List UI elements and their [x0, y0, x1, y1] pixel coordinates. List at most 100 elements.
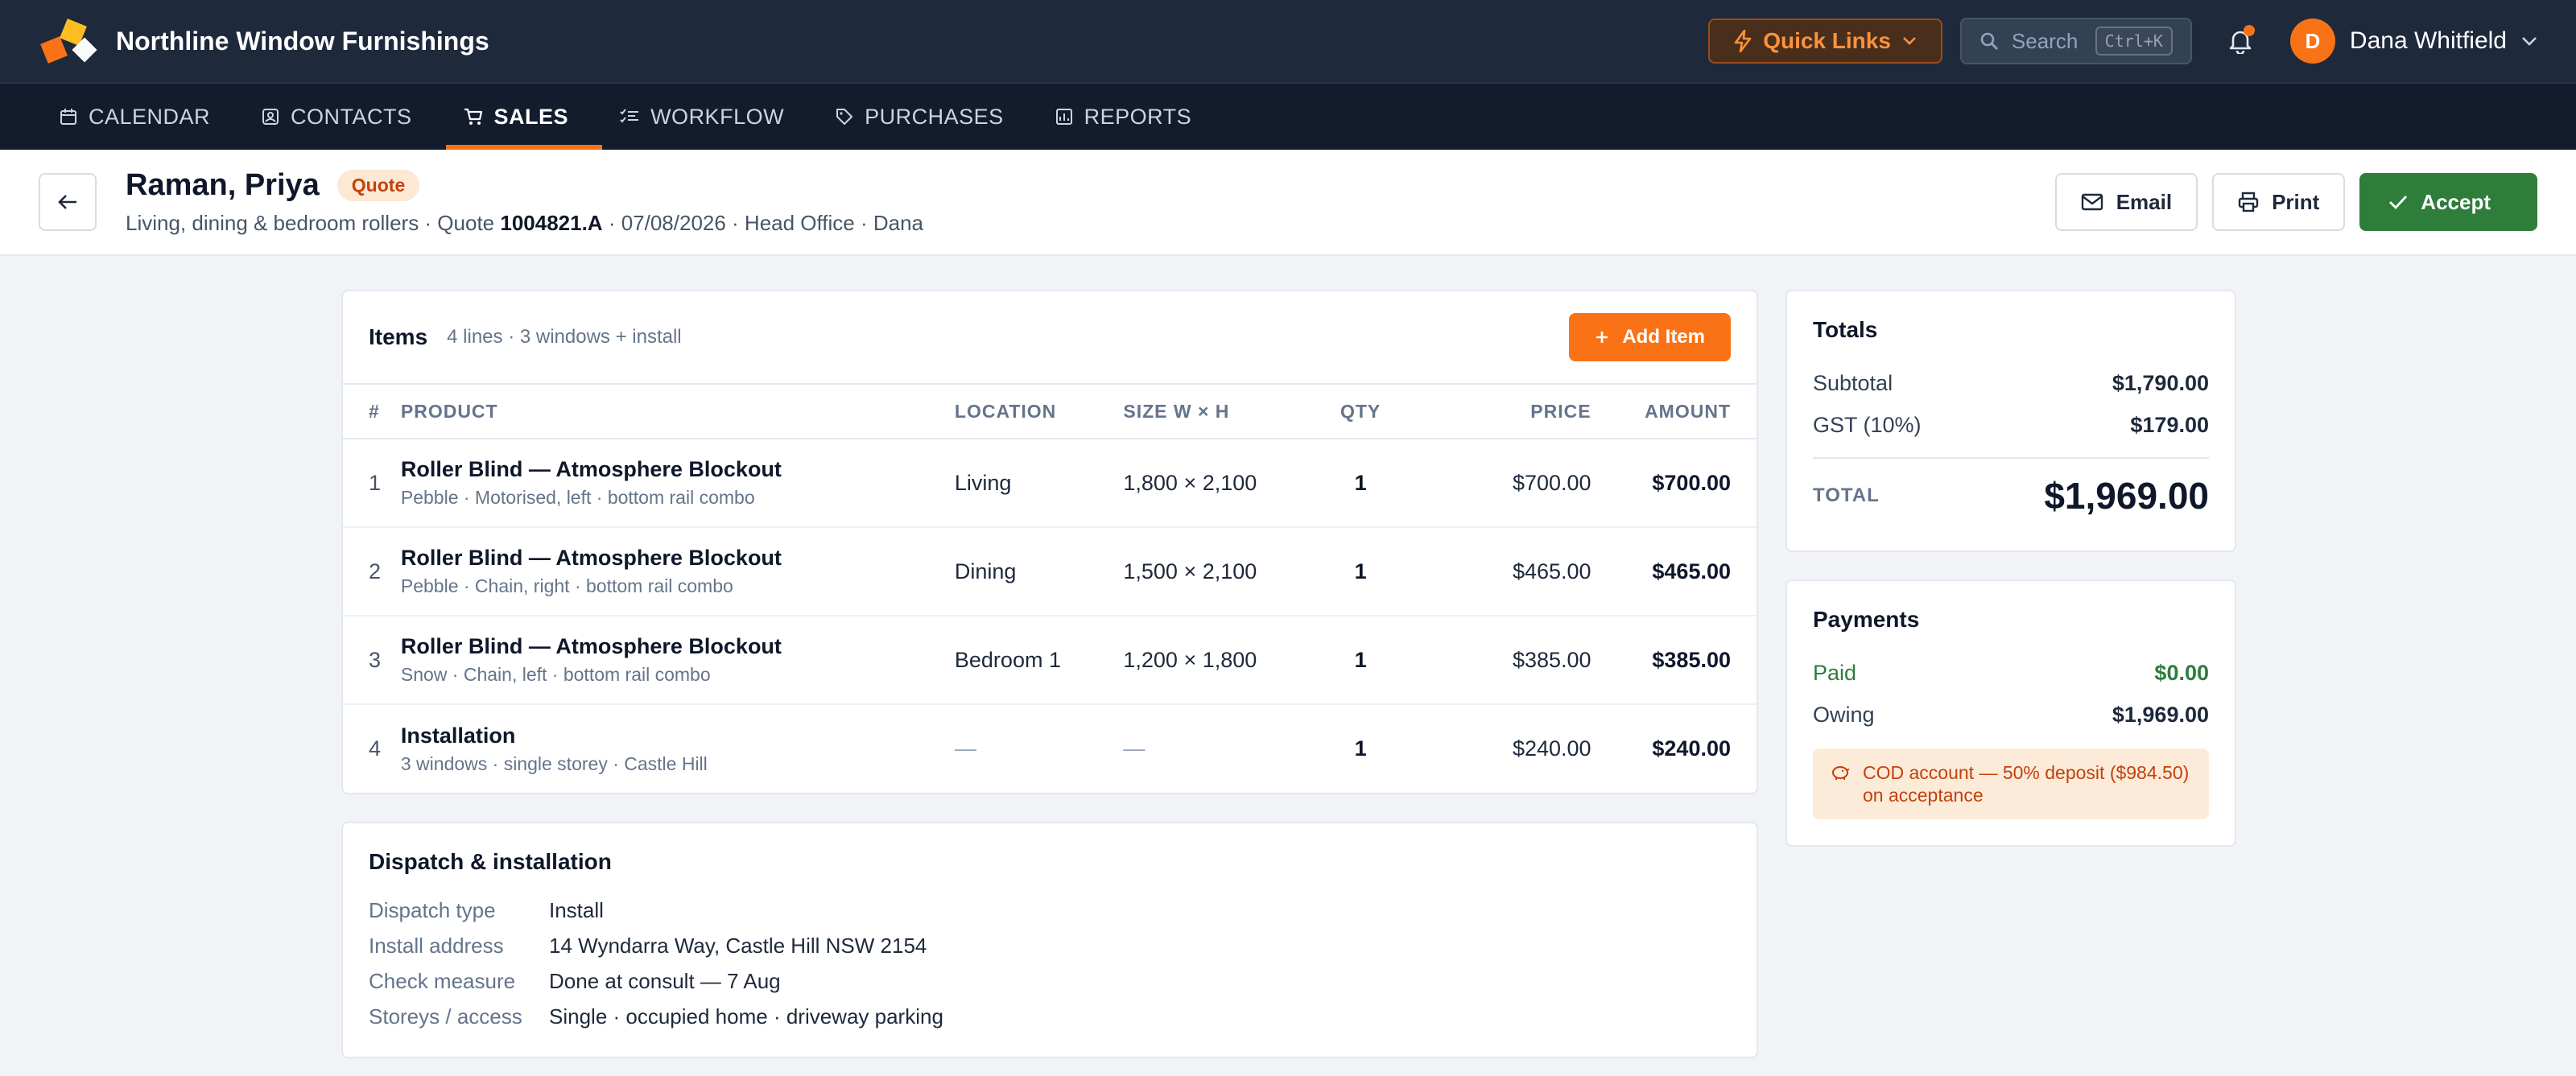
dispatch-title: Dispatch & installation	[369, 849, 612, 874]
piggy-bank-icon	[1831, 761, 1850, 806]
price-cell: $385.00	[1406, 616, 1591, 705]
column-header-size: SIZE W × H	[1123, 383, 1315, 439]
amount-cell: $385.00	[1591, 616, 1757, 705]
table-row[interactable]: 1 Roller Blind — Atmosphere Blockout Pebb…	[343, 439, 1757, 528]
owing-row: Owing $1,969.00	[1813, 694, 2209, 736]
main-content: Items 4 lines · 3 windows + install Add …	[0, 256, 2576, 1058]
user-name: Dana Whitfield	[2349, 27, 2507, 54]
product-description: Snow · Chain, left · bottom rail combo	[400, 664, 711, 685]
dispatch-card: Dispatch & installation Dispatch type Ins…	[341, 822, 1758, 1058]
dispatch-type-row: Dispatch type Install	[369, 893, 1731, 928]
report-icon	[1055, 108, 1073, 126]
cod-notice: COD account — 50% deposit ($984.50) on a…	[1813, 748, 2209, 819]
search-placeholder: Search	[2011, 28, 2079, 53]
nav-label: CONTACTS	[291, 104, 412, 129]
row-number: 4	[369, 736, 382, 761]
add-item-button[interactable]: Add Item	[1569, 313, 1731, 361]
nav-label: WORKFLOW	[650, 104, 785, 129]
location-cell: Dining	[954, 527, 1124, 616]
product-description: Pebble · Chain, right · bottom rail comb…	[400, 575, 733, 596]
qty-cell: 1	[1315, 439, 1406, 528]
nav-label: PURCHASES	[865, 104, 1004, 129]
email-label: Email	[2116, 189, 2173, 214]
row-number: 3	[343, 616, 401, 705]
product-name: Roller Blind — Atmosphere Blockout	[400, 457, 782, 481]
quote-details: · 07/08/2026 · Head Office · Dana	[602, 211, 924, 235]
divider	[1813, 457, 2209, 459]
product-description: 3 windows · single storey · Castle Hill	[400, 752, 708, 774]
mail-icon	[2081, 193, 2103, 211]
search-shortcut: Ctrl+K	[2095, 27, 2173, 56]
page-header: Raman, Priya Quote Living, dining & bedr…	[0, 150, 2576, 256]
amount-cell: $700.00	[1591, 439, 1757, 528]
accept-button[interactable]: Accept	[2359, 173, 2537, 231]
items-meta: 4 lines · 3 windows + install	[447, 326, 682, 348]
price-cell: $700.00	[1406, 439, 1591, 528]
top-bar: Northline Window Furnishings Quick Links…	[0, 0, 2576, 84]
field-label: Install address	[369, 933, 504, 958]
price-cell: $240.00	[1512, 736, 1591, 761]
paid-row: Paid $0.00	[1813, 652, 2209, 694]
nav-calendar[interactable]: CALENDAR	[42, 84, 244, 150]
quick-links-button[interactable]: Quick Links	[1708, 19, 1942, 64]
user-menu[interactable]: D Dana Whitfield	[2289, 19, 2537, 64]
product-description: Pebble · Motorised, left · bottom rail c…	[400, 487, 755, 508]
size-cell: 1,500 × 2,100	[1123, 527, 1315, 616]
row-number: 1	[343, 439, 401, 528]
paid-value: $0.00	[2154, 660, 2209, 685]
column-header-price: PRICE	[1406, 383, 1591, 439]
qty-cell: 1	[1315, 527, 1406, 616]
column-header-amount: AMOUNT	[1591, 383, 1757, 439]
cod-note: COD account — 50% deposit ($984.50) on a…	[1863, 762, 2190, 806]
product-name: Roller Blind — Atmosphere Blockout	[400, 634, 782, 658]
quote-subline: Living, dining & bedroom rollers · Quote…	[126, 211, 923, 236]
field-label: Check measure	[369, 968, 516, 993]
checklist-icon	[620, 108, 639, 126]
arrow-left-icon	[57, 193, 78, 211]
nav-label: CALENDAR	[89, 104, 211, 129]
field-value: 14 Wyndarra Way, Castle Hill NSW 2154	[549, 933, 927, 958]
subtotal-value: $1,790.00	[2112, 370, 2209, 395]
payments-card: Payments Paid $0.00 Owing $1,969.00 COD ac…	[1785, 579, 2236, 847]
nav-workflow[interactable]: WORKFLOW	[602, 84, 818, 150]
gst-label: GST (10%)	[1813, 412, 1922, 437]
payments-title: Payments	[1813, 607, 1920, 632]
table-row[interactable]: 2 Roller Blind — Atmosphere Blockout Pebb…	[343, 527, 1757, 616]
install-address-row: Install address 14 Wyndarra Way, Castle H…	[369, 928, 1731, 963]
quote-description: Living, dining & bedroom rollers · Quote	[126, 211, 501, 235]
location-cell: —	[954, 736, 976, 761]
nav-contacts[interactable]: CONTACTS	[244, 84, 446, 150]
nav-reports[interactable]: REPORTS	[1038, 84, 1226, 150]
printer-icon	[2238, 192, 2259, 212]
nav-purchases[interactable]: PURCHASES	[818, 84, 1038, 150]
chevron-down-icon	[1902, 36, 1917, 46]
back-button[interactable]	[39, 173, 97, 231]
nav-sales[interactable]: SALES	[445, 84, 603, 150]
row-number: 2	[343, 527, 401, 616]
size-cell: 1,800 × 2,100	[1123, 439, 1315, 528]
field-value: Single · occupied home · driveway parkin…	[549, 1004, 943, 1029]
total-label: TOTAL	[1813, 484, 1880, 506]
column-header-product: PRODUCT	[400, 383, 955, 439]
notifications-button[interactable]	[2224, 25, 2256, 57]
nav-label: REPORTS	[1084, 104, 1192, 129]
qty-cell: 1	[1315, 616, 1406, 705]
table-row[interactable]: 3 Roller Blind — Atmosphere Blockout Snow…	[343, 616, 1757, 705]
price-cell: $465.00	[1406, 527, 1591, 616]
cart-icon	[464, 108, 483, 126]
subtotal-row: Subtotal $1,790.00	[1813, 362, 2209, 404]
items-table: # PRODUCT LOCATION SIZE W × H QTY PRICE …	[343, 383, 1757, 793]
owing-label: Owing	[1813, 702, 1875, 727]
email-button[interactable]: Email	[2054, 173, 2198, 231]
brand[interactable]: Northline Window Furnishings	[39, 19, 489, 64]
plus-icon	[1595, 330, 1609, 344]
items-title: Items	[369, 324, 428, 349]
table-row[interactable]: 4 Installation 3 windows · single storey …	[343, 704, 1757, 793]
print-button[interactable]: Print	[2212, 173, 2346, 231]
print-label: Print	[2272, 189, 2320, 214]
subtotal-label: Subtotal	[1813, 370, 1893, 395]
check-measure-row: Check measure Done at consult — 7 Aug	[369, 963, 1731, 999]
search-input[interactable]: Search Ctrl+K	[1959, 18, 2192, 64]
field-value: Install	[549, 897, 604, 922]
field-label: Dispatch type	[369, 897, 496, 922]
